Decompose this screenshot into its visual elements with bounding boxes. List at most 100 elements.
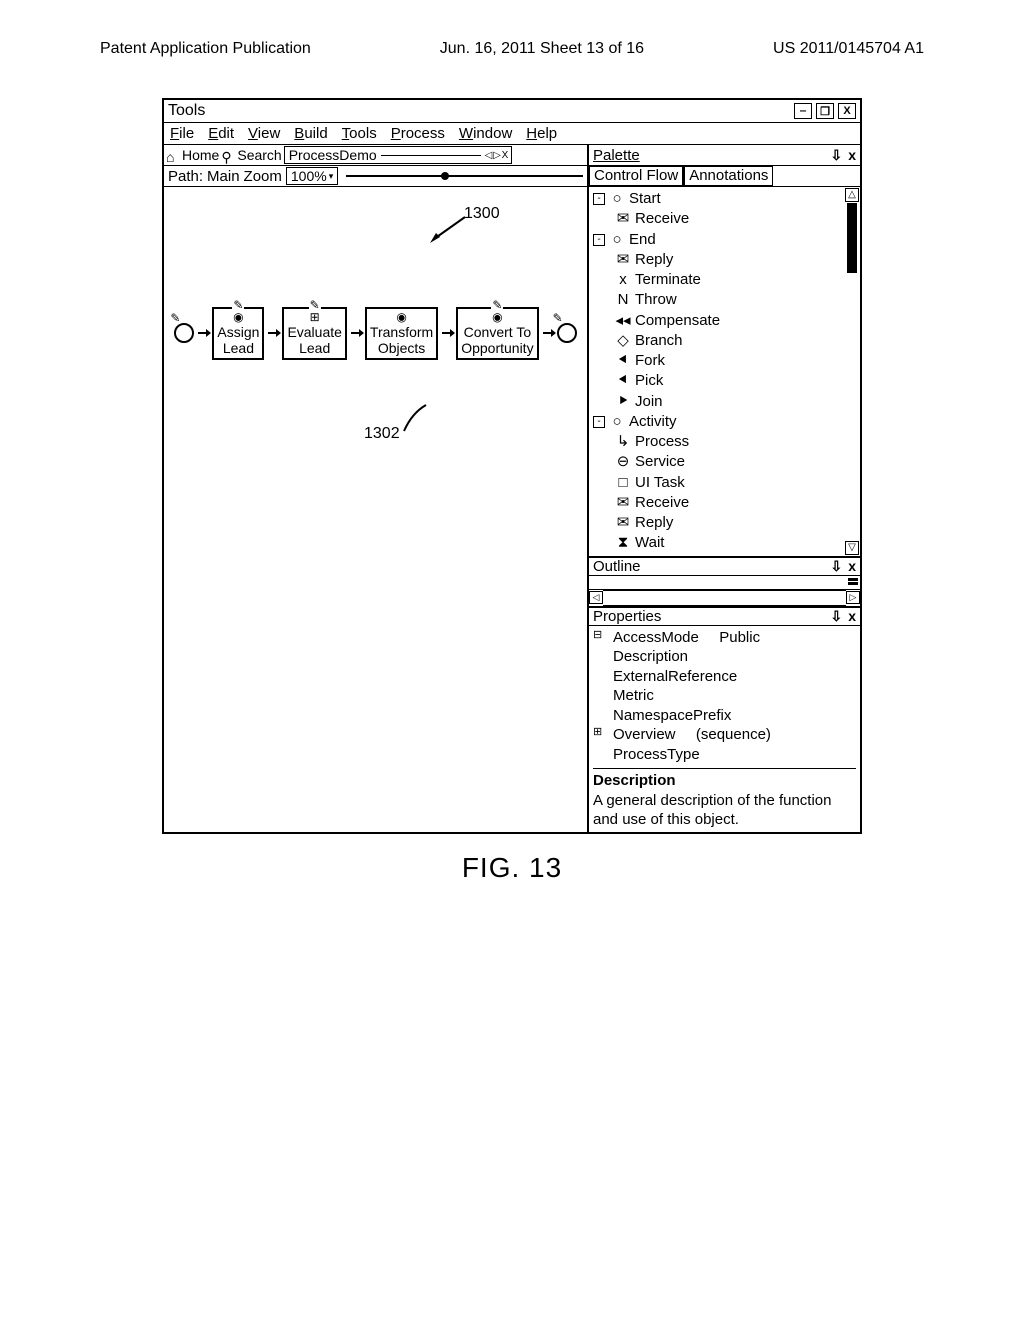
collapse-icon[interactable]: -	[593, 234, 605, 246]
palette-item-reply[interactable]: ✉Reply	[593, 250, 846, 270]
node-transform-objects[interactable]: ◉ Transform Objects	[365, 307, 438, 360]
pin-icon[interactable]: ⇩	[830, 147, 842, 164]
node-evaluate-lead[interactable]: ✎ ⊞ Evaluate Lead	[282, 307, 346, 360]
diamond-icon: ◇	[615, 331, 631, 351]
process-canvas[interactable]: 1300 ✎ ✎ ◉ Assign Lead ✎ ⊞ Eva	[164, 187, 589, 832]
palette-item-receive[interactable]: ✉Receive	[593, 209, 846, 229]
join-icon: ⯈	[615, 392, 631, 412]
edit-icon: ✎	[553, 311, 563, 325]
scroll-right-icon[interactable]: ▷	[846, 591, 860, 604]
scroll-down-button[interactable]: ▽	[845, 541, 859, 555]
node-convert-to-opportunity[interactable]: ✎ ◉ Convert To Opportunity	[456, 307, 538, 360]
scroll-up-button[interactable]: △	[845, 188, 859, 202]
palette-item-start[interactable]: -○Start	[593, 189, 846, 209]
menu-window[interactable]: Window	[459, 125, 512, 142]
tab-search[interactable]: ⚲ Search	[221, 147, 281, 163]
process-flow: ✎ ✎ ◉ Assign Lead ✎ ⊞ Evaluate Lead	[164, 307, 587, 360]
collapse-icon[interactable]: -	[593, 193, 605, 205]
tab-processdemo[interactable]: ProcessDemo ◁ ▷ X	[284, 146, 513, 164]
edit-icon: ✎	[309, 299, 321, 312]
body: 1300 ✎ ✎ ◉ Assign Lead ✎ ⊞ Eva	[164, 187, 860, 832]
palette-close-icon[interactable]: x	[848, 147, 856, 164]
expand-icon: ⊞	[287, 311, 341, 324]
outline-body: ◁ ▷	[589, 576, 860, 607]
connector	[351, 332, 361, 334]
palette-item-branch[interactable]: ◇Branch	[593, 331, 846, 351]
properties-title: Properties	[593, 608, 661, 625]
tab-home[interactable]: ⌂ Home	[166, 147, 219, 163]
menu-tools[interactable]: Tools	[342, 125, 377, 142]
collapse-icon[interactable]: -	[593, 416, 605, 428]
node-assign-lead[interactable]: ✎ ◉ Assign Lead	[212, 307, 264, 360]
scroll-left-icon[interactable]: ◁	[589, 591, 603, 604]
connector	[442, 332, 452, 334]
menu-edit[interactable]: Edit	[208, 125, 234, 142]
outline-content[interactable]	[589, 576, 860, 590]
window-title: Tools	[168, 102, 205, 120]
palette-item-terminate[interactable]: xTerminate	[593, 270, 846, 290]
description-heading: Description	[593, 768, 856, 791]
outline-h-scroll[interactable]: ◁ ▷	[589, 590, 860, 606]
palette-item-throw[interactable]: NThrow	[593, 290, 846, 310]
envelope-icon: ✉	[615, 513, 631, 533]
pin-icon[interactable]: ⇩	[830, 608, 842, 625]
tab-nav-icons[interactable]: ◁ ▷ X	[485, 150, 508, 161]
menu-help[interactable]: Help	[526, 125, 557, 142]
sub-header-row: Path: Main Zoom 100% ▾ Control Flow Anno…	[164, 166, 860, 187]
figure-label: FIG. 13	[60, 852, 964, 884]
connector	[543, 332, 553, 334]
target-icon: ◉	[461, 311, 533, 324]
palette-tab-annotations[interactable]: Annotations	[683, 166, 773, 186]
palette-item-uitask[interactable]: □UI Task	[593, 473, 846, 493]
pick-icon: ⯇	[615, 371, 631, 391]
properties-body: ⊟AccessMode Public Description ExternalR…	[589, 626, 860, 832]
zoom-select[interactable]: 100% ▾	[286, 167, 338, 185]
patent-header-right: US 2011/0145704 A1	[773, 40, 924, 58]
prop-overview[interactable]: ⊞Overview (sequence)	[593, 725, 856, 745]
palette-scrollbar[interactable]	[847, 203, 857, 540]
menu-build[interactable]: Build	[294, 125, 327, 142]
menu-view[interactable]: View	[248, 125, 280, 142]
palette-item-wait[interactable]: ⧗Wait	[593, 533, 846, 553]
palette-item-service[interactable]: ⊖Service	[593, 452, 846, 472]
palette-item-process[interactable]: ↳Process	[593, 432, 846, 452]
patent-header-left: Patent Application Publication	[100, 40, 311, 58]
menu-bar: File Edit View Build Tools Process Windo…	[164, 123, 860, 145]
circle-icon: ○	[609, 412, 625, 432]
maximize-button[interactable]: ❐	[816, 103, 834, 119]
prop-processtype[interactable]: ProcessType	[593, 745, 856, 765]
palette-item-reply2[interactable]: ✉Reply	[593, 513, 846, 533]
prop-metric[interactable]: Metric	[593, 686, 856, 706]
palette-item-fork[interactable]: ⯇Fork	[593, 351, 846, 371]
prop-externalreference[interactable]: ExternalReference	[593, 667, 856, 687]
palette-tabs: Control Flow Annotations	[589, 166, 860, 186]
tab-spacer	[381, 155, 481, 156]
end-node[interactable]: ✎	[557, 323, 577, 343]
prop-namespaceprefix[interactable]: NamespacePrefix	[593, 706, 856, 726]
app-window: Tools ‒ ❐ X File Edit View Build Tools P…	[162, 98, 862, 834]
prop-description[interactable]: Description	[593, 647, 856, 667]
properties-close-icon[interactable]: x	[848, 608, 856, 625]
patent-header-center: Jun. 16, 2011 Sheet 13 of 16	[440, 40, 644, 58]
pin-icon[interactable]: ⇩	[830, 558, 842, 575]
process-icon: ↳	[615, 432, 631, 452]
palette-item-compensate[interactable]: ◂◂Compensate	[593, 311, 846, 331]
menu-file[interactable]: File	[170, 125, 194, 142]
zoom-slider[interactable]	[346, 175, 583, 177]
palette-item-pick[interactable]: ⯇Pick	[593, 371, 846, 391]
start-node[interactable]: ✎	[174, 323, 194, 343]
palette-item-join[interactable]: ⯈Join	[593, 392, 846, 412]
palette-tab-control-flow[interactable]: Control Flow	[589, 166, 683, 186]
palette-item-activity[interactable]: -○Activity	[593, 412, 846, 432]
close-button[interactable]: X	[838, 103, 856, 119]
palette-item-end[interactable]: -○End	[593, 230, 846, 250]
patent-header: Patent Application Publication Jun. 16, …	[60, 40, 964, 58]
prop-accessmode[interactable]: ⊟AccessMode Public	[593, 628, 856, 648]
outline-close-icon[interactable]: x	[848, 558, 856, 575]
palette-item-receive2[interactable]: ✉Receive	[593, 493, 846, 513]
minimize-button[interactable]: ‒	[794, 103, 812, 119]
description-text: A general description of the function an…	[593, 791, 856, 830]
title-bar: Tools ‒ ❐ X	[164, 100, 860, 123]
envelope-icon: ✉	[615, 209, 631, 229]
menu-process[interactable]: Process	[391, 125, 445, 142]
